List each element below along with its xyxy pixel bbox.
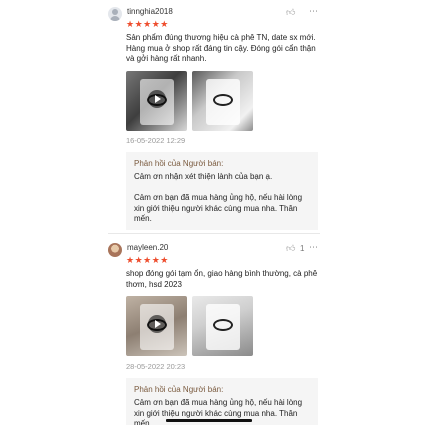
- username[interactable]: mayleen.20: [127, 243, 168, 252]
- product-bag-image: [206, 79, 240, 125]
- product-logo: [213, 94, 233, 106]
- avatar[interactable]: [108, 243, 122, 257]
- star-rating: ★★★★★: [126, 255, 169, 265]
- play-icon[interactable]: [148, 315, 166, 333]
- review-photo[interactable]: [192, 71, 253, 131]
- thumbs-up-icon[interactable]: 👍︎: [286, 243, 295, 254]
- thumbs-up-icon[interactable]: 👍︎: [286, 7, 295, 18]
- like-count: 1: [300, 244, 305, 253]
- product-logo: [213, 319, 233, 331]
- product-bag-image: [206, 304, 240, 350]
- more-options-icon[interactable]: ⋯: [309, 242, 319, 253]
- review-comment: Sản phẩm đúng thương hiệu cà phê TN, dat…: [126, 33, 316, 63]
- review-video-thumbnail[interactable]: [126, 296, 187, 356]
- seller-reply: Phản hồi của Người bán: Cảm ơn nhận xét …: [126, 152, 318, 230]
- play-icon[interactable]: [148, 90, 166, 108]
- star-rating: ★★★★★: [126, 19, 169, 29]
- seller-reply-title: Phản hồi của Người bán:: [134, 159, 224, 168]
- review-date: 28-05-2022 20:23: [126, 362, 186, 371]
- review-photo[interactable]: [192, 296, 253, 356]
- text-underline-mark: [166, 419, 252, 422]
- review-comment: shop đóng gói tạm ổn, giao hàng bình thư…: [126, 269, 318, 289]
- review-video-thumbnail[interactable]: [126, 71, 187, 131]
- more-options-icon[interactable]: ⋯: [309, 6, 319, 17]
- divider: [108, 233, 320, 234]
- seller-reply-title: Phản hồi của Người bán:: [134, 385, 224, 394]
- avatar[interactable]: [108, 7, 122, 21]
- username[interactable]: tinnghia2018: [127, 7, 173, 16]
- review-date: 16-05-2022 12:29: [126, 136, 186, 145]
- seller-reply-text: Cảm ơn nhận xét thiện lành của bạn ạ. Cả…: [134, 172, 303, 223]
- seller-reply: Phản hồi của Người bán: Cảm ơn bạn đã mu…: [126, 378, 318, 425]
